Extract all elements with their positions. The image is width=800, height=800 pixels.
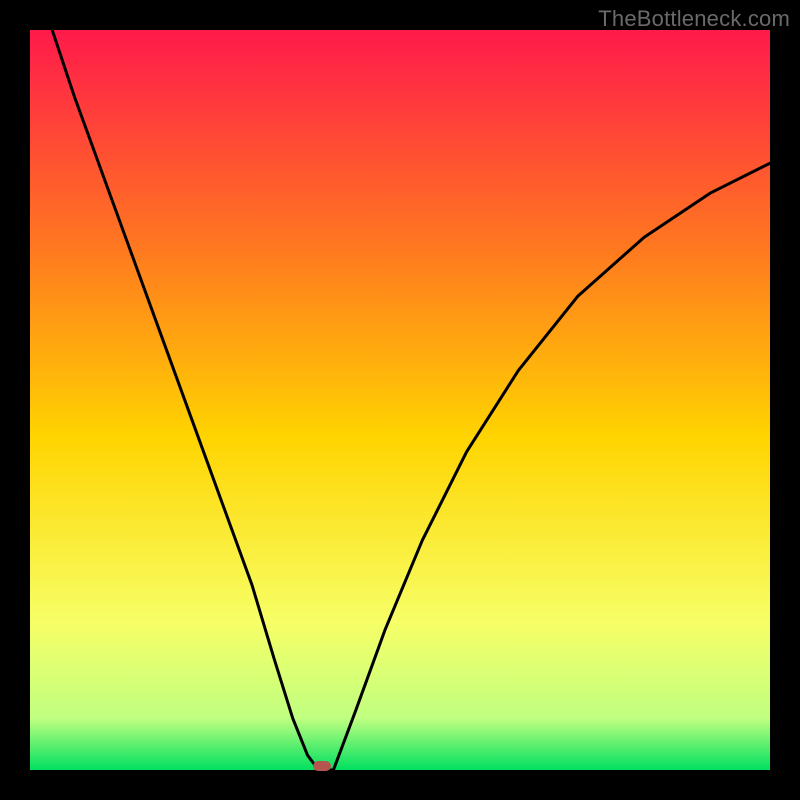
- chart-frame: TheBottleneck.com: [0, 0, 800, 800]
- plot-background: [30, 30, 770, 770]
- optimum-marker: [313, 761, 331, 771]
- bottleneck-plot: [30, 30, 770, 770]
- watermark-text: TheBottleneck.com: [598, 6, 790, 32]
